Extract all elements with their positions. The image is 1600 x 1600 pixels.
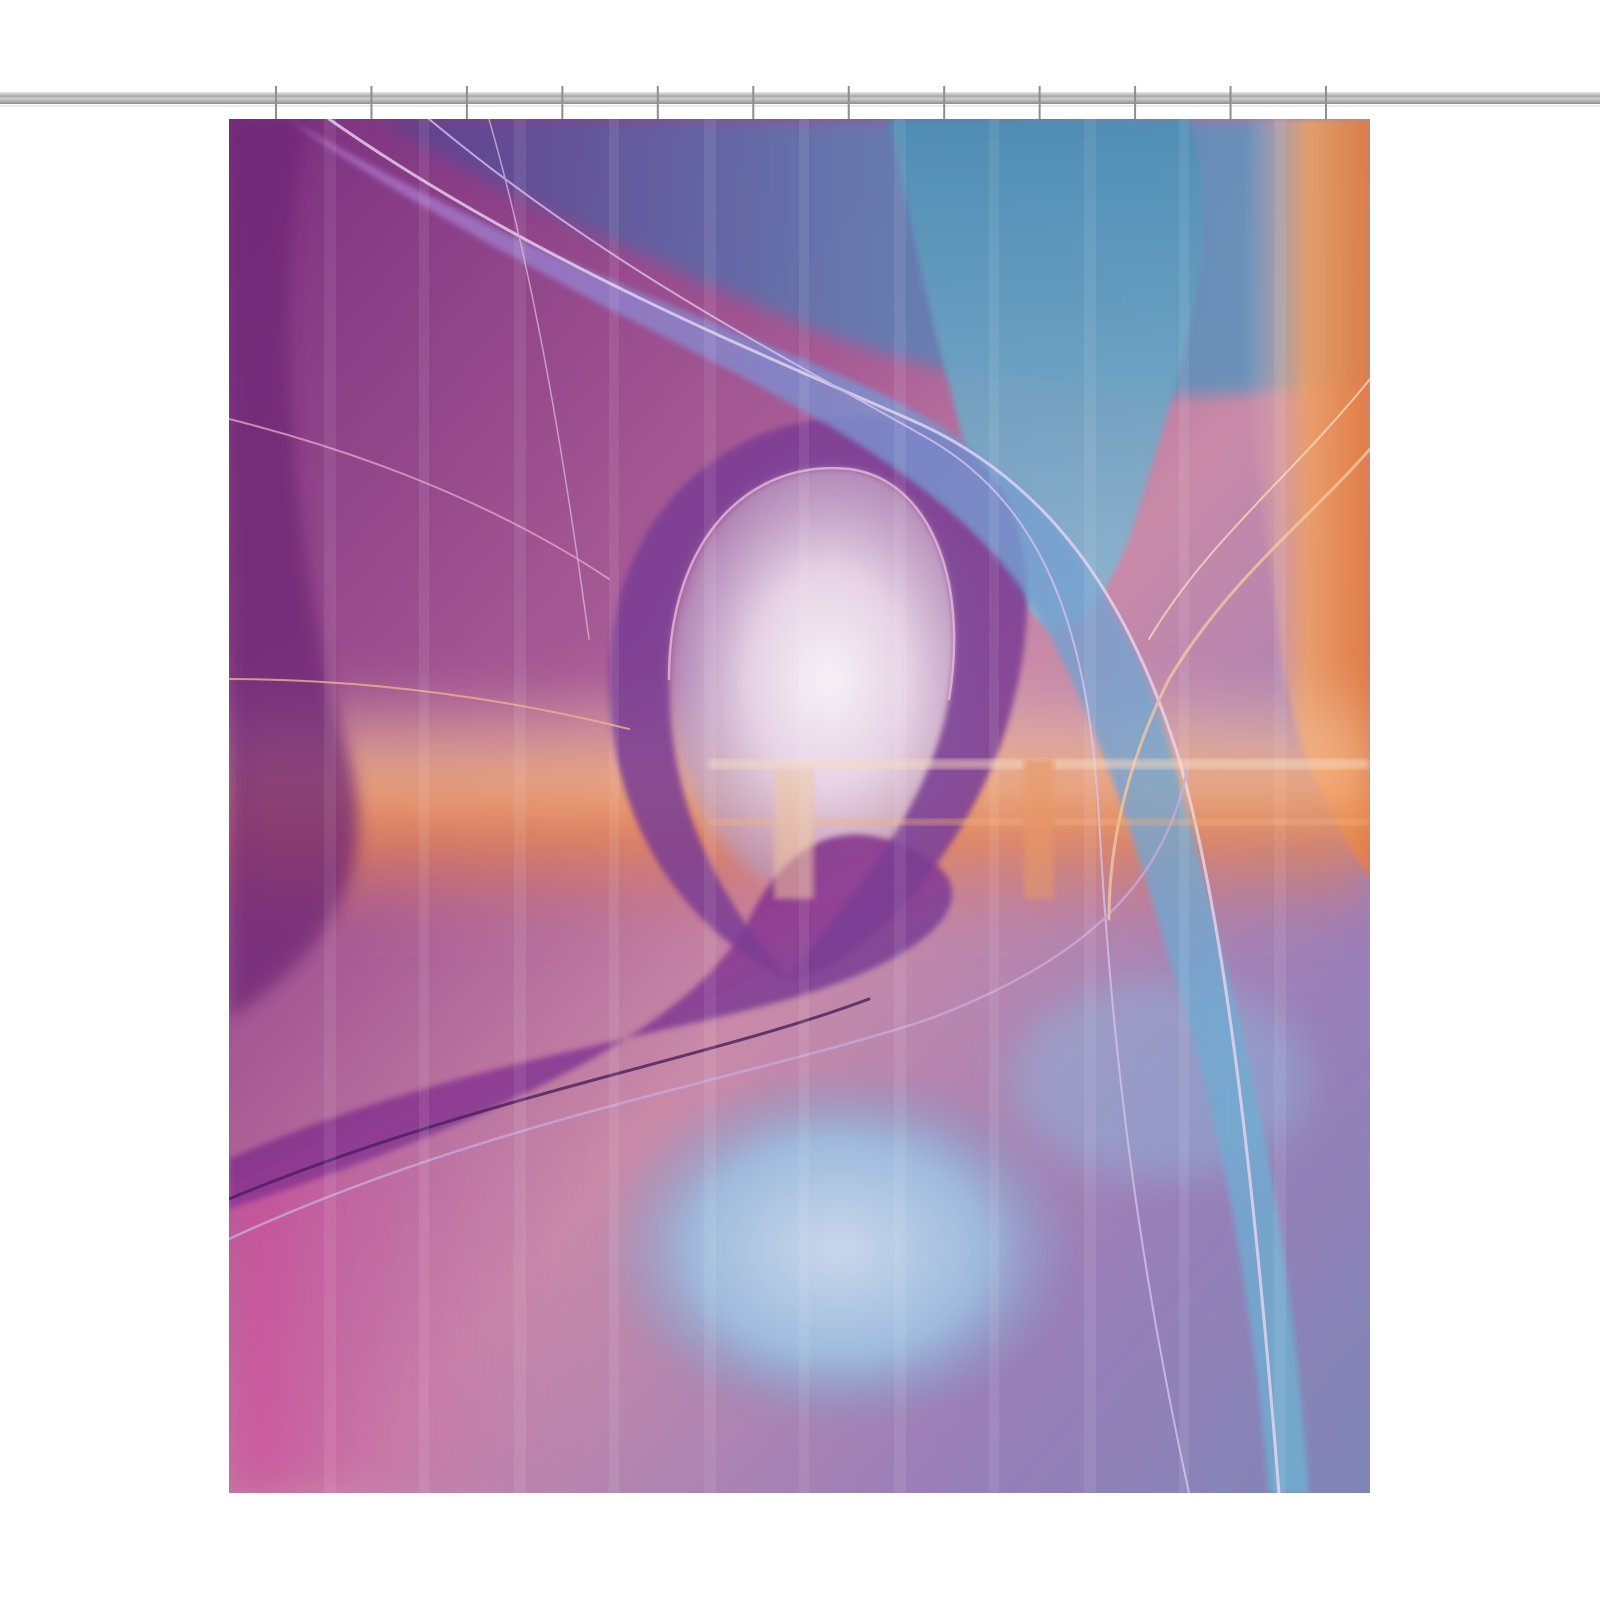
abstract-swirl-artwork [229, 119, 1370, 1493]
shower-curtain [229, 119, 1370, 1493]
product-scene [0, 0, 1600, 1600]
